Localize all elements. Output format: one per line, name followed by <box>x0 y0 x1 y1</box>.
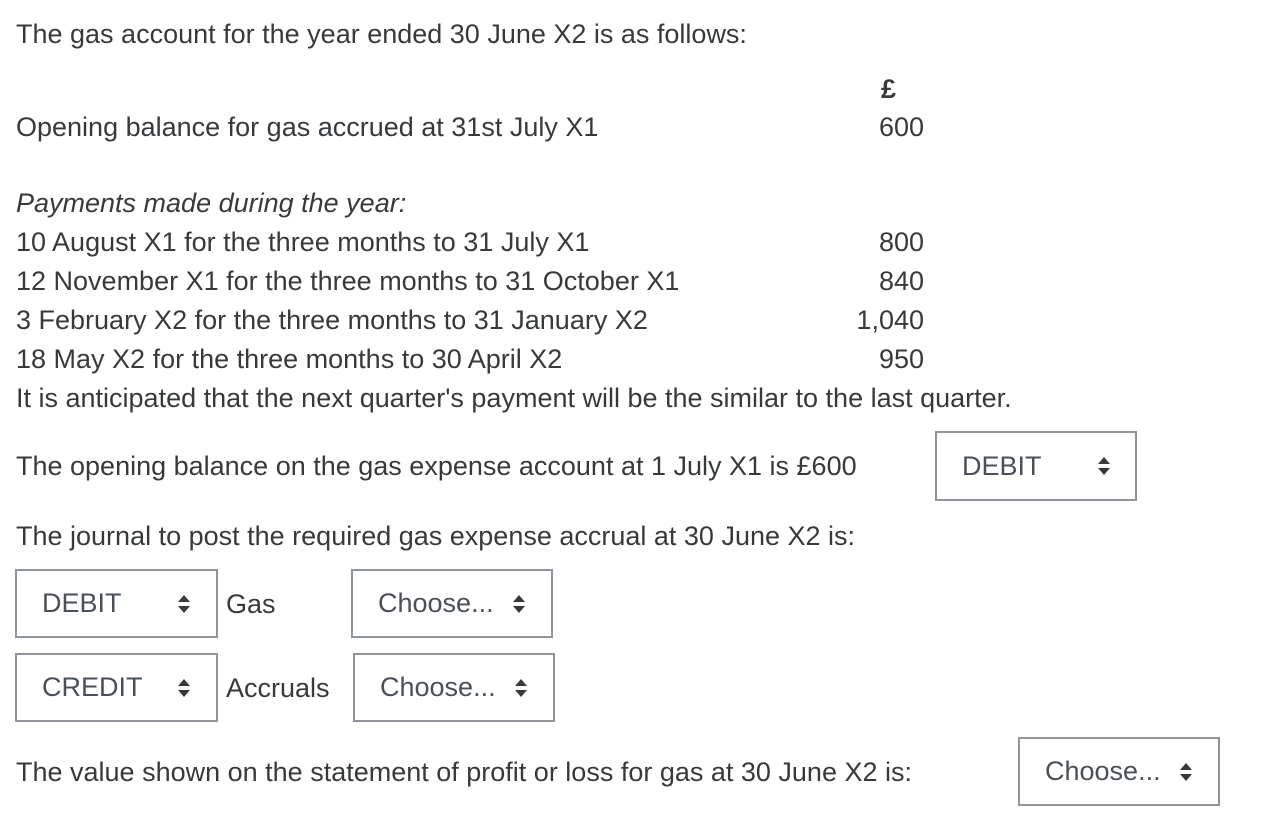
currency-header: £ <box>880 74 896 104</box>
select-arrows-icon <box>1179 761 1193 783</box>
opening-balance-amount: 600 <box>878 112 924 142</box>
payment-label: 12 November X1 for the three months to 3… <box>16 266 680 296</box>
debit-account-label: Gas <box>226 589 276 619</box>
payment-amount: 950 <box>878 344 924 374</box>
payment-label: 3 February X2 for the three months to 31… <box>16 305 648 335</box>
payments-heading: Payments made during the year: <box>16 188 407 218</box>
opening-balance-side-select[interactable]: DEBIT <box>935 431 1137 501</box>
payment-label: 18 May X2 for the three months to 30 Apr… <box>16 344 563 374</box>
payment-amount: 1,040 <box>856 305 924 335</box>
journal-question: The journal to post the required gas exp… <box>16 521 856 551</box>
profit-loss-question: The value shown on the statement of prof… <box>16 757 912 787</box>
debit-amount-select[interactable]: Choose... <box>351 569 553 638</box>
select-arrows-icon <box>514 677 528 699</box>
intro-text: The gas account for the year ended 30 Ju… <box>16 19 747 49</box>
select-value: Choose... <box>380 672 496 702</box>
credit-amount-select[interactable]: Choose... <box>353 653 555 722</box>
select-value: Choose... <box>378 588 494 618</box>
payment-label: 10 August X1 for the three months to 31 … <box>16 227 590 257</box>
select-arrows-icon <box>177 677 191 699</box>
select-arrows-icon <box>177 593 191 615</box>
opening-balance-label: Opening balance for gas accrued at 31st … <box>16 112 599 142</box>
payment-amount: 840 <box>878 266 924 296</box>
select-arrows-icon <box>1097 455 1111 477</box>
credit-account-label: Accruals <box>226 673 330 703</box>
payment-amount: 800 <box>878 227 924 257</box>
select-arrows-icon <box>512 593 526 615</box>
select-value: Choose... <box>1045 756 1161 786</box>
opening-balance-question: The opening balance on the gas expense a… <box>16 451 857 481</box>
anticipation-note: It is anticipated that the next quarter'… <box>16 383 1012 413</box>
select-value: CREDIT <box>42 672 143 702</box>
select-value: DEBIT <box>42 588 122 618</box>
credit-side-select[interactable]: CREDIT <box>15 653 218 722</box>
debit-side-select[interactable]: DEBIT <box>15 569 218 638</box>
profit-loss-value-select[interactable]: Choose... <box>1018 737 1220 806</box>
select-value: DEBIT <box>962 450 1042 481</box>
